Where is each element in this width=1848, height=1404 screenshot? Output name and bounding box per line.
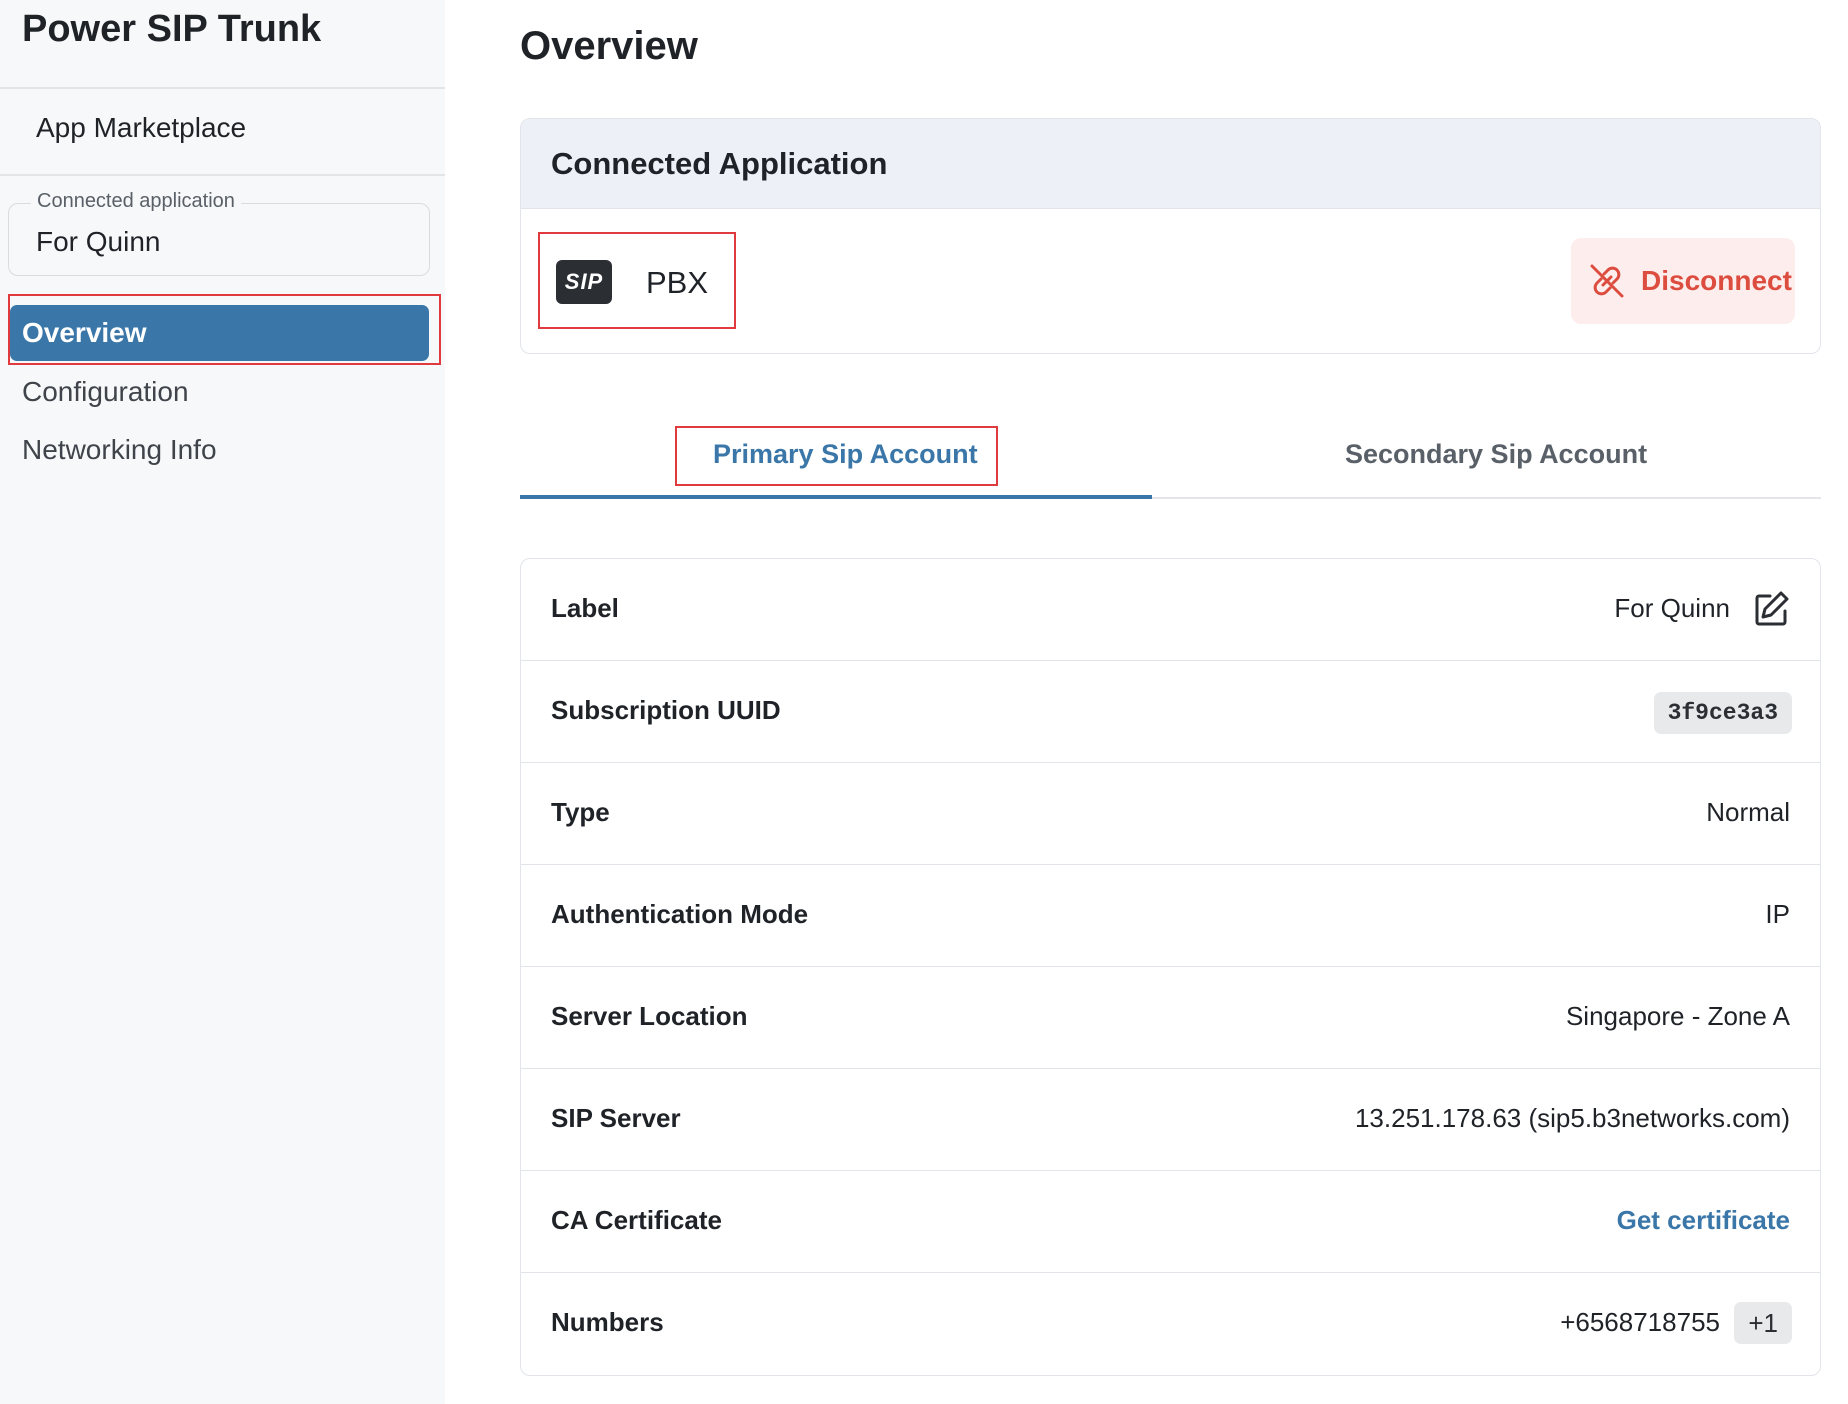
card-header: Connected Application (521, 119, 1820, 209)
sip-account-details: Label For Quinn Subscription UUID 3f9ce3… (520, 558, 1821, 1376)
sip-logo-icon: SIP (556, 260, 612, 304)
row-value: Normal (1706, 797, 1790, 827)
app-title: Power SIP Trunk (22, 8, 322, 50)
detail-row-sip-server: SIP Server 13.251.178.63 (sip5.b3network… (521, 1069, 1820, 1171)
sip-logo-text: SIP (564, 269, 604, 294)
row-label: Label (551, 593, 619, 623)
sidebar: Power SIP Trunk App Marketplace Connecte… (0, 0, 445, 1404)
broken-link-icon (1590, 264, 1624, 298)
detail-row-numbers: Numbers +6568718755 +1 (521, 1273, 1820, 1375)
row-value: Singapore - Zone A (1565, 1001, 1790, 1031)
sidebar-divider (0, 87, 445, 89)
detail-row-server-location: Server Location Singapore - Zone A (521, 967, 1820, 1069)
row-label: Type (551, 797, 610, 827)
get-certificate-link[interactable]: Get certificate (1617, 1205, 1790, 1236)
row-label: Authentication Mode (551, 899, 809, 929)
connected-application-select[interactable]: Connected application For Quinn (8, 190, 430, 276)
card-title: Connected Application (551, 146, 888, 181)
sidebar-item-app-marketplace[interactable]: App Marketplace (36, 112, 246, 144)
tab-primary-sip-account[interactable]: Primary Sip Account (713, 439, 978, 470)
row-label: SIP Server (551, 1103, 681, 1133)
app-root: Power SIP Trunk App Marketplace Connecte… (0, 0, 1848, 1404)
connected-application-legend: Connected application (31, 190, 241, 213)
connected-application-value: For Quinn (36, 226, 161, 257)
row-value: IP (1765, 899, 1790, 929)
detail-row-type: Type Normal (521, 763, 1820, 865)
uuid-chip[interactable]: 3f9ce3a3 (1653, 692, 1792, 734)
row-label: CA Certificate (551, 1205, 722, 1235)
edit-icon[interactable] (1752, 588, 1792, 628)
connected-app-name: PBX (646, 265, 709, 300)
row-label: Server Location (551, 1001, 748, 1031)
row-value: +6568718755 (1560, 1307, 1720, 1337)
detail-row-authentication-mode: Authentication Mode IP (521, 865, 1820, 967)
tab-secondary-sip-account[interactable]: Secondary Sip Account (1345, 439, 1647, 470)
page-title: Overview (520, 24, 698, 68)
row-value: For Quinn (1614, 593, 1730, 623)
more-numbers-chip[interactable]: +1 (1734, 1302, 1792, 1344)
connected-application-card: Connected Application SIP PBX Disconnect (520, 118, 1821, 354)
detail-row-label: Label For Quinn (521, 559, 1820, 661)
sidebar-item-label: Overview (22, 317, 147, 348)
detail-row-ca-certificate: CA Certificate Get certificate (521, 1171, 1820, 1273)
row-label: Numbers (551, 1307, 664, 1337)
sidebar-item-overview[interactable]: Overview (10, 305, 429, 361)
disconnect-label: Disconnect (1641, 265, 1792, 296)
active-tab-indicator (520, 495, 1152, 499)
detail-row-subscription-uuid: Subscription UUID 3f9ce3a3 (521, 661, 1820, 763)
disconnect-button[interactable]: Disconnect (1571, 238, 1795, 324)
sidebar-item-networking-info[interactable]: Networking Info (22, 434, 217, 466)
sidebar-item-configuration[interactable]: Configuration (22, 376, 189, 408)
row-value: 13.251.178.63 (sip5.b3networks.com) (1354, 1103, 1790, 1133)
sidebar-divider (0, 174, 445, 176)
row-label: Subscription UUID (551, 695, 781, 725)
